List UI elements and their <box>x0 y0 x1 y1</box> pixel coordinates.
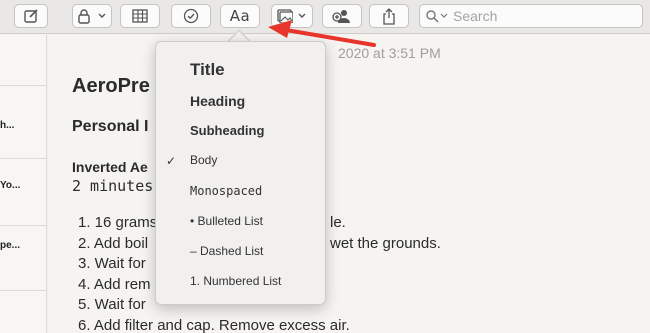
annotation-arrow-icon <box>268 20 376 47</box>
